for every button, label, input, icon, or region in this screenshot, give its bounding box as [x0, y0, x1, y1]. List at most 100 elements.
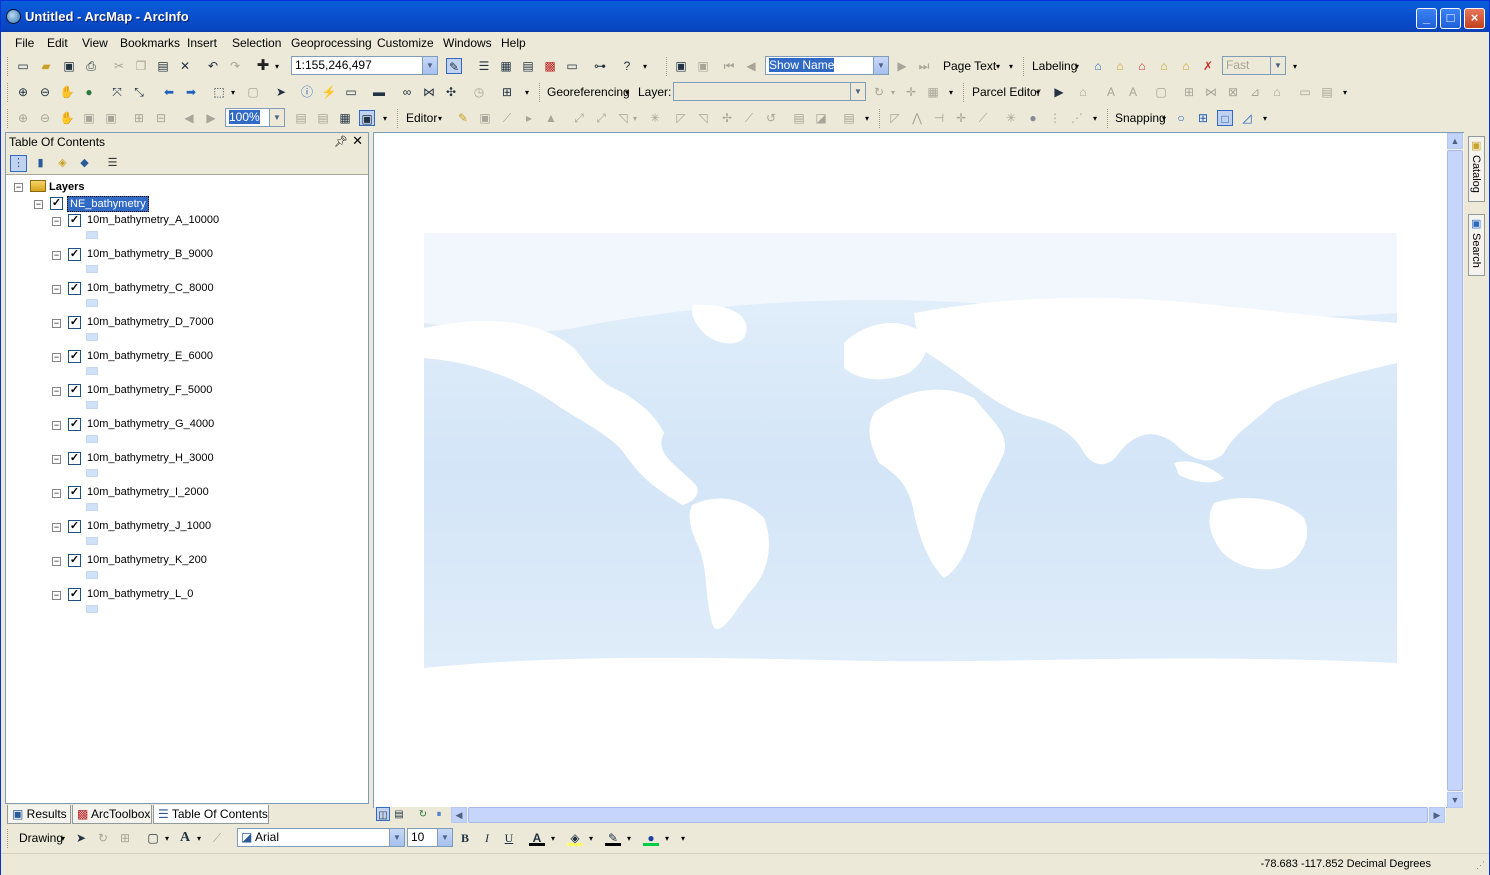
menu-insert[interactable]: Insert: [187, 36, 217, 50]
font-color-icon[interactable]: A: [529, 830, 545, 846]
layer-symbol-swatch[interactable]: [86, 333, 98, 341]
undo-icon[interactable]: ↶: [205, 58, 221, 74]
font-size-combobox[interactable]: 10 ▼: [407, 828, 453, 847]
collapse-icon[interactable]: −: [52, 489, 61, 498]
layer-symbol-swatch[interactable]: [86, 537, 98, 545]
layer-row[interactable]: − ✓ 10m_bathymetry_E_6000: [6, 349, 366, 381]
fill-color-dropdown-icon[interactable]: ▾: [589, 834, 593, 843]
marker-color-dropdown-icon[interactable]: ▾: [665, 834, 669, 843]
layout-back-icon[interactable]: ◀: [181, 110, 197, 126]
menu-bookmarks[interactable]: Bookmarks: [120, 36, 180, 50]
map-vertical-scrollbar[interactable]: ▲ ▼: [1447, 133, 1464, 808]
scroll-up-icon[interactable]: ▲: [1447, 133, 1463, 149]
refresh-icon[interactable]: ↻: [416, 807, 430, 821]
clear-selection-icon[interactable]: ▢: [245, 84, 261, 100]
go-to-xy-icon[interactable]: ✣: [443, 84, 459, 100]
list-by-selection-icon[interactable]: ◆: [76, 155, 93, 172]
view-unplaced-labels-icon[interactable]: ✗: [1200, 58, 1216, 74]
editor-menu[interactable]: Editor: [406, 111, 437, 125]
group-visibility-checkbox[interactable]: ✓: [50, 197, 63, 210]
toolbar-options-icon[interactable]: ▾: [643, 62, 647, 71]
layer-symbol-swatch[interactable]: [86, 299, 98, 307]
scroll-down-icon[interactable]: ▼: [1447, 792, 1463, 808]
layer-row[interactable]: − ✓ 10m_bathymetry_I_2000: [6, 485, 366, 517]
layer-visibility-checkbox[interactable]: ✓: [68, 520, 81, 533]
chevron-down-icon[interactable]: ▼: [437, 829, 452, 846]
georeferencing-dropdown-icon[interactable]: ▾: [625, 88, 629, 97]
auto-hide-pin-icon[interactable]: 📌︎: [334, 135, 348, 148]
toolbar-options-icon[interactable]: ▾: [1343, 88, 1347, 97]
layer-symbol-swatch[interactable]: [86, 435, 98, 443]
map-scale-combobox[interactable]: 1:155,246,497 ▼: [291, 56, 438, 75]
layer-symbol-swatch[interactable]: [86, 503, 98, 511]
topology-tool-f-icon[interactable]: ✳: [1003, 110, 1019, 126]
zoom-whole-page-icon[interactable]: ▣: [81, 110, 97, 126]
topology-tool-e-icon[interactable]: ⟋: [975, 110, 991, 126]
menu-windows[interactable]: Windows: [443, 36, 492, 50]
toolbar-grip[interactable]: [7, 57, 10, 76]
collapse-icon[interactable]: −: [52, 523, 61, 532]
identify-info-icon[interactable]: ⓘ: [299, 84, 315, 100]
collapse-icon[interactable]: −: [52, 455, 61, 464]
go-forward-arrow-icon[interactable]: ➡: [183, 84, 199, 100]
toc-close-icon[interactable]: ✕: [352, 133, 363, 149]
time-slider-icon[interactable]: ◷: [471, 84, 487, 100]
menu-edit[interactable]: Edit: [47, 36, 68, 50]
toolbar-options-icon[interactable]: ▾: [1293, 62, 1297, 71]
layer-visibility-checkbox[interactable]: ✓: [68, 452, 81, 465]
text-tool-icon[interactable]: A: [177, 830, 193, 846]
arctoolbox-icon[interactable]: ▩: [542, 58, 558, 74]
rectangle-icon[interactable]: ▢: [145, 830, 161, 846]
list-by-visibility-icon[interactable]: ◈: [54, 155, 71, 172]
group-layer-label[interactable]: NE_bathymetry: [67, 196, 149, 212]
select-elements-arrow-icon[interactable]: ➤: [273, 84, 289, 100]
minimize-button[interactable]: _: [1416, 8, 1437, 29]
pan-hand-icon[interactable]: ✋: [59, 84, 75, 100]
layer-row[interactable]: − ✓ 10m_bathymetry_B_9000: [6, 247, 366, 279]
parcel-tool-h-icon[interactable]: ⌂: [1269, 84, 1285, 100]
toolbar-grip[interactable]: [963, 83, 966, 102]
layer-row[interactable]: − ✓ 10m_bathymetry_F_5000: [6, 383, 366, 415]
layout-fixed-zoom-in-icon[interactable]: ⊞: [131, 110, 147, 126]
zoom-out-icon[interactable]: ⊖: [37, 84, 53, 100]
layer-visibility-checkbox[interactable]: ✓: [68, 316, 81, 329]
attributes-icon[interactable]: ◹: [695, 110, 711, 126]
zoom-100-icon[interactable]: ▣: [103, 110, 119, 126]
label-manager-icon[interactable]: ▣: [673, 58, 689, 74]
editor-toolbar-icon[interactable]: ✎: [446, 58, 462, 74]
toggle-draft-mode-icon[interactable]: ▤: [293, 110, 309, 126]
collapse-icon[interactable]: −: [52, 217, 61, 226]
layer-visibility-checkbox[interactable]: ✓: [68, 554, 81, 567]
edit-sketch-icon[interactable]: ◪: [813, 110, 829, 126]
previous-label-icon[interactable]: ◀: [743, 58, 759, 74]
rotate-element-icon[interactable]: ↻: [95, 830, 111, 846]
toolbar-options-icon[interactable]: ▾: [383, 114, 387, 123]
straight-segment-icon[interactable]: ⟋: [499, 110, 515, 126]
collapse-icon[interactable]: −: [52, 285, 61, 294]
layer-visibility-checkbox[interactable]: ✓: [68, 350, 81, 363]
edit-annotation-icon[interactable]: ▣: [477, 110, 493, 126]
layer-symbol-swatch[interactable]: [86, 469, 98, 477]
rotate-dropdown-icon[interactable]: ▾: [891, 88, 895, 97]
title-bar[interactable]: Untitled - ArcMap - ArcInfo _ □ ×: [1, 1, 1489, 32]
create-viewer-window-icon[interactable]: ⊞: [499, 84, 515, 100]
tab-arctoolbox[interactable]: ▩ ArcToolbox: [72, 805, 152, 824]
drawing-menu[interactable]: Drawing: [19, 831, 63, 845]
select-parcel-icon[interactable]: ▶: [1051, 84, 1067, 100]
labeling-dropdown-icon[interactable]: ▾: [1075, 62, 1079, 71]
menu-help[interactable]: Help: [501, 36, 526, 50]
map-display[interactable]: [373, 132, 1464, 808]
collapse-icon[interactable]: −: [52, 421, 61, 430]
toc-options-icon[interactable]: ☰: [104, 155, 121, 172]
chevron-down-icon[interactable]: ▼: [269, 109, 284, 126]
cut-dropdown-icon[interactable]: ▾: [633, 114, 637, 123]
side-tab-search[interactable]: ▣ Search: [1468, 214, 1485, 276]
layer-visibility-checkbox[interactable]: ✓: [68, 418, 81, 431]
find-binoculars-icon[interactable]: ∞: [399, 84, 415, 100]
chevron-down-icon[interactable]: ▼: [850, 83, 865, 100]
search-window-icon[interactable]: ▤: [520, 58, 536, 74]
topology-tool-g-icon[interactable]: ⋮: [1047, 110, 1063, 126]
parcel-editor-dropdown-icon[interactable]: ▾: [1036, 88, 1040, 97]
font-combobox[interactable]: ◪ Arial ▼: [237, 828, 405, 847]
vertex-snapping-icon[interactable]: □: [1217, 110, 1233, 126]
